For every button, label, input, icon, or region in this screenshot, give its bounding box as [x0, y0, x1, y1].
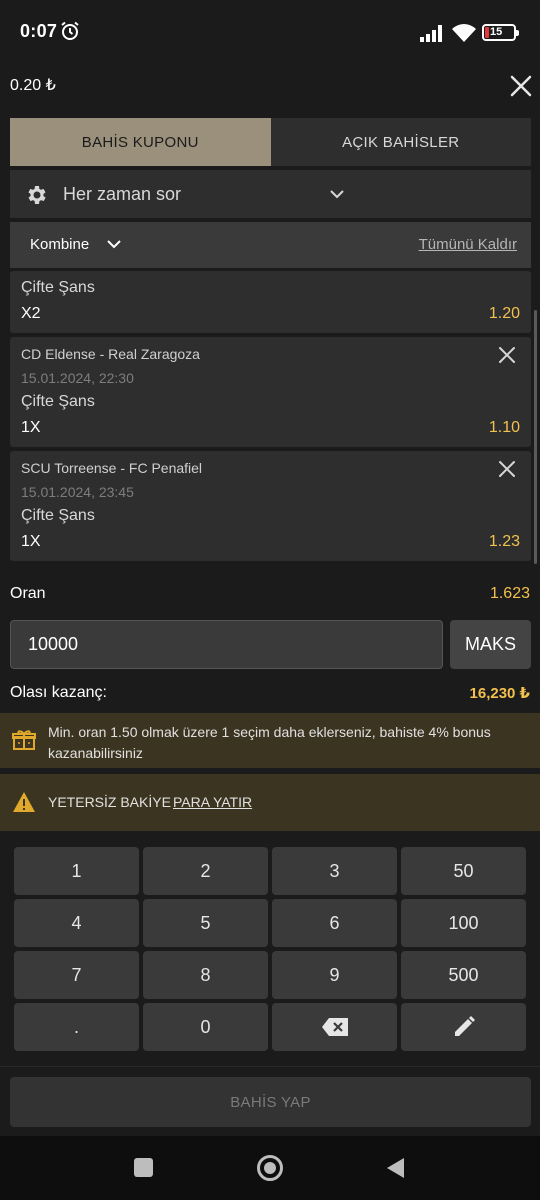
- key-6[interactable]: 6: [272, 899, 397, 947]
- key-4[interactable]: 4: [14, 899, 139, 947]
- status-time: 0:07: [20, 21, 58, 41]
- battery-level: 15: [490, 26, 503, 38]
- max-stake-button[interactable]: MAKS: [450, 620, 531, 669]
- insufficient-balance-text: YETERSİZ BAKİYE: [48, 794, 171, 810]
- pencil-icon: [454, 1016, 475, 1036]
- bet-type-row: Kombine Tümünü Kaldır: [10, 222, 531, 268]
- gear-icon: [28, 186, 46, 204]
- backspace-key[interactable]: [272, 1003, 397, 1051]
- selection-card: CD Eldense - Real Zaragoza 15.01.2024, 2…: [10, 337, 531, 447]
- insufficient-balance-banner: YETERSİZ BAKİYE PARA YATIR: [0, 774, 540, 831]
- alarm-icon: [61, 21, 79, 40]
- total-odds-value: 1.623: [489, 585, 530, 602]
- odds-change-label: Her zaman sor: [63, 184, 182, 204]
- key-3[interactable]: 3: [272, 847, 397, 895]
- selection-pick: 1X: [21, 533, 41, 550]
- key-8[interactable]: 8: [143, 951, 268, 999]
- odds-change-dropdown[interactable]: Her zaman sor: [10, 170, 531, 218]
- key-500[interactable]: 500: [401, 951, 526, 999]
- numeric-keypad: 1 2 3 50 4 5 6 100 7 8 9 500 . 0: [0, 838, 540, 1066]
- selection-date: 15.01.2024, 23:45: [21, 484, 134, 500]
- place-bet-bar: BAHİS YAP: [0, 1066, 540, 1136]
- chevron-down-icon: [330, 190, 344, 199]
- selection-match: SCU Torreense - FC Penafiel: [21, 460, 203, 476]
- close-icon[interactable]: [508, 73, 534, 99]
- close-icon[interactable]: [498, 346, 516, 364]
- wifi-icon: [452, 24, 476, 42]
- key-5[interactable]: 5: [143, 899, 268, 947]
- backspace-icon: [321, 1018, 348, 1036]
- total-odds-label: Oran: [10, 585, 46, 602]
- selection-odds: 1.23: [488, 533, 520, 550]
- gift-icon: [12, 730, 36, 750]
- tab-bet-slip[interactable]: BAHİS KUPONU: [10, 118, 271, 166]
- status-bar: 0:07 15: [0, 0, 540, 64]
- selection-pick: 1X: [21, 419, 41, 436]
- selection-card: SCU Torreense - FC Penafiel 15.01.2024, …: [10, 451, 531, 561]
- potential-win-label: Olası kazanç:: [10, 684, 107, 701]
- deposit-link[interactable]: PARA YATIR: [173, 794, 252, 810]
- key-2[interactable]: 2: [143, 847, 268, 895]
- key-7[interactable]: 7: [14, 951, 139, 999]
- selection-market: Çifte Şans: [21, 393, 95, 410]
- bonus-banner: Min. oran 1.50 olmak üzere 1 seçim daha …: [0, 713, 540, 768]
- potential-win-value: 16,230 ₺: [469, 685, 530, 702]
- balance: 0.20 ₺: [10, 77, 56, 94]
- bonus-text: Min. oran 1.50 olmak üzere 1 seçim daha …: [48, 724, 491, 761]
- selection-odds: 1.20: [488, 305, 520, 322]
- home-icon[interactable]: [257, 1155, 283, 1181]
- recents-icon[interactable]: [134, 1158, 153, 1177]
- warning-icon: [13, 792, 35, 812]
- place-bet-button[interactable]: BAHİS YAP: [10, 1077, 531, 1127]
- bet-type-label[interactable]: Kombine: [30, 236, 89, 253]
- selection-card: Çifte Şans X2 1.20: [10, 271, 531, 333]
- close-icon[interactable]: [498, 460, 516, 478]
- clear-all-link[interactable]: Tümünü Kaldır: [419, 236, 517, 253]
- key-9[interactable]: 9: [272, 951, 397, 999]
- selection-market: Çifte Şans: [21, 279, 95, 296]
- selection-match: CD Eldense - Real Zaragoza: [21, 346, 200, 362]
- key-decimal[interactable]: .: [14, 1003, 139, 1051]
- stake-input[interactable]: [10, 620, 443, 669]
- bet-tabs: BAHİS KUPONU AÇIK BAHİSLER: [10, 118, 531, 166]
- tab-open-bets[interactable]: AÇIK BAHİSLER: [270, 118, 531, 166]
- key-1[interactable]: 1: [14, 847, 139, 895]
- selection-pick: X2: [21, 305, 41, 322]
- back-icon[interactable]: [385, 1157, 405, 1179]
- edit-key[interactable]: [401, 1003, 526, 1051]
- system-nav-bar: [0, 1136, 540, 1200]
- signal-icon: [420, 25, 442, 42]
- scrollbar[interactable]: [534, 310, 537, 564]
- key-50[interactable]: 50: [401, 847, 526, 895]
- selection-date: 15.01.2024, 22:30: [21, 370, 134, 386]
- battery-icon: 15: [482, 24, 519, 41]
- selection-odds: 1.10: [488, 419, 520, 436]
- selection-market: Çifte Şans: [21, 507, 95, 524]
- chevron-down-icon[interactable]: [106, 236, 122, 252]
- key-100[interactable]: 100: [401, 899, 526, 947]
- key-0[interactable]: 0: [143, 1003, 268, 1051]
